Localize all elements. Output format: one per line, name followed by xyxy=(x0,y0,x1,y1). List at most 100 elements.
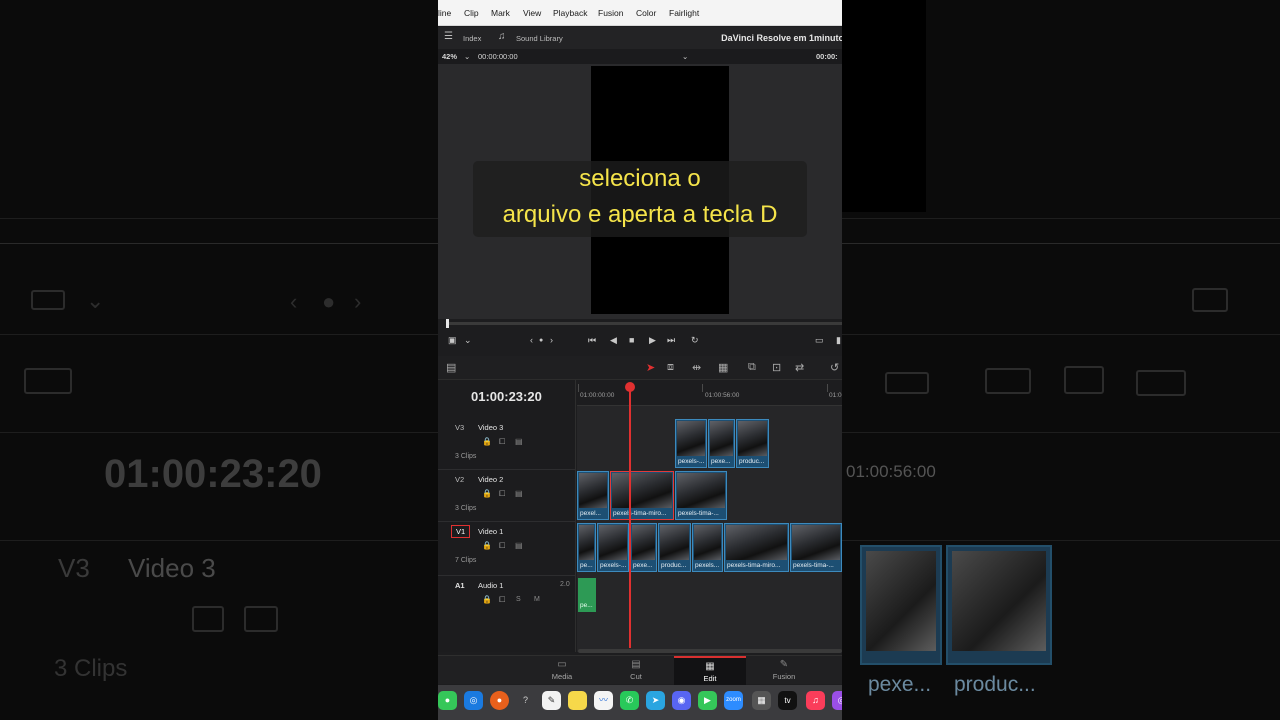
firefox-icon[interactable]: ● xyxy=(490,691,509,710)
track-visibility-icon[interactable]: ▤ xyxy=(515,489,523,498)
clip-v1[interactable]: pexels-tima-miro... xyxy=(724,523,789,572)
lock-icon[interactable]: 🔒 xyxy=(482,437,492,446)
selection-tool-icon[interactable]: ➤ xyxy=(646,361,655,374)
scrubber-handle[interactable] xyxy=(446,319,449,328)
index-button[interactable]: Index xyxy=(463,34,481,43)
sound-library-icon[interactable]: ♫ xyxy=(498,31,506,42)
textedit-icon[interactable]: ✎ xyxy=(542,691,561,710)
clip-v1[interactable]: pexels-... xyxy=(597,523,629,572)
clip-v2[interactable]: pexel... xyxy=(577,471,609,520)
stop-icon[interactable]: ■ xyxy=(629,335,634,345)
safari-icon[interactable]: ◎ xyxy=(464,691,483,710)
blade-tool-icon[interactable]: ▦ xyxy=(718,361,728,374)
timeline-tracks[interactable]: pexels-... pexe... produc... pexel... pe… xyxy=(577,406,842,652)
menu-fusion[interactable]: Fusion xyxy=(598,8,624,18)
menu-fairlight[interactable]: Fairlight xyxy=(669,8,699,18)
viewer[interactable]: seleciona o arquivo e aperta a tecla D xyxy=(438,64,842,319)
music-icon[interactable]: ♫ xyxy=(806,691,825,710)
zoom-chevron-icon[interactable]: ⌄ xyxy=(464,52,470,61)
loop-icon[interactable]: ↻ xyxy=(691,335,699,346)
page-fusion[interactable]: ✎ Fusion xyxy=(748,656,820,685)
clip-v1[interactable]: pexels... xyxy=(692,523,723,572)
menu-clip[interactable]: Clip xyxy=(464,8,479,18)
clip-v1[interactable]: pe... xyxy=(577,523,596,572)
menu-mark[interactable]: Mark xyxy=(491,8,510,18)
timeline-view-icon[interactable]: ▤ xyxy=(446,361,456,374)
freeform-icon[interactable]: 〰 xyxy=(594,691,613,710)
page-edit[interactable]: ▦ Edit xyxy=(674,656,746,685)
clip-v1[interactable]: pexe... xyxy=(630,523,657,572)
podcasts-icon[interactable]: ◎ xyxy=(832,691,842,710)
jog-right-icon[interactable]: › xyxy=(550,335,553,345)
overwrite-clip-icon[interactable]: ⊡ xyxy=(772,361,781,374)
help-icon[interactable]: ? xyxy=(516,691,535,710)
lock-icon[interactable]: 🔒 xyxy=(482,489,492,498)
jog-dot-icon[interactable]: ● xyxy=(539,337,543,344)
replace-clip-icon[interactable]: ⇄ xyxy=(795,361,804,374)
whatsapp-icon[interactable]: ✆ xyxy=(620,691,639,710)
page-media[interactable]: ▭ Media xyxy=(526,656,598,685)
viewer-mode-chevron-icon[interactable]: ⌄ xyxy=(464,335,472,346)
clip-v2[interactable]: pexels-tima-... xyxy=(675,471,727,520)
messages-icon[interactable]: ● xyxy=(438,691,457,710)
lock-icon[interactable]: 🔒 xyxy=(482,595,492,604)
menu-color[interactable]: Color xyxy=(636,8,656,18)
clip-v3[interactable]: pexels-... xyxy=(675,419,707,468)
track-header-a1[interactable]: A1 Audio 1 2.0 🔒 ⧠ S M xyxy=(438,576,576,616)
clip-a1[interactable]: pe... xyxy=(578,578,596,612)
auto-select-icon[interactable]: ⧠ xyxy=(499,595,505,605)
zoom-level[interactable]: 42% xyxy=(442,52,457,61)
fullscreen-icon[interactable]: ▭ xyxy=(815,335,824,346)
more-icon[interactable]: ▮ xyxy=(836,335,841,346)
index-icon[interactable]: ☰ xyxy=(444,31,453,42)
track-name[interactable]: Audio 1 xyxy=(478,581,503,590)
dynamic-trim-icon[interactable]: ⇹ xyxy=(692,361,701,374)
clip-v1[interactable]: produc... xyxy=(658,523,691,572)
sound-library-button[interactable]: Sound Library xyxy=(516,34,563,43)
clip-v1[interactable]: pexels-tima-... xyxy=(790,523,842,572)
play-reverse-icon[interactable]: ◀ xyxy=(610,335,617,346)
track-name[interactable]: Video 3 xyxy=(478,423,503,432)
menu-view[interactable]: View xyxy=(523,8,541,18)
track-visibility-icon[interactable]: ▤ xyxy=(515,541,523,550)
apple-tv-icon[interactable]: tv xyxy=(778,691,797,710)
auto-select-icon[interactable]: ⧠ xyxy=(499,437,505,447)
track-header-v1[interactable]: V1 Video 1 🔒 ⧠ ▤ 7 Clips xyxy=(438,522,576,576)
mute-button[interactable]: M xyxy=(534,596,540,603)
track-header-v2[interactable]: V2 Video 2 🔒 ⧠ ▤ 3 Clips xyxy=(438,470,576,522)
auto-select-icon[interactable]: ⧠ xyxy=(499,489,505,499)
clip-v3[interactable]: pexe... xyxy=(708,419,735,468)
facetime-icon[interactable]: ▶ xyxy=(698,691,717,710)
viewer-mode-icon[interactable]: ▣ xyxy=(448,335,457,346)
zoom-icon[interactable]: zoom xyxy=(724,691,743,710)
insert-clip-icon[interactable]: ⧉ xyxy=(748,361,756,374)
menu-timeline[interactable]: line xyxy=(438,8,451,18)
clip-v3[interactable]: produc... xyxy=(736,419,769,468)
page-cut[interactable]: ▤ Cut xyxy=(600,656,672,685)
solo-button[interactable]: S xyxy=(516,596,521,603)
viewer-dropdown-icon[interactable]: ⌄ xyxy=(682,52,688,61)
timeline-scrollbar[interactable] xyxy=(578,649,842,653)
play-icon[interactable]: ▶ xyxy=(649,335,656,346)
timeline-ruler[interactable]: 01:00:00:00 01:00:56:00 01:0 xyxy=(577,382,842,406)
playhead[interactable] xyxy=(629,383,631,648)
notes-icon[interactable] xyxy=(568,691,587,710)
trim-tool-icon[interactable]: ⧈ xyxy=(667,361,674,374)
auto-select-icon[interactable]: ⧠ xyxy=(499,541,505,551)
discord-icon[interactable]: ◉ xyxy=(672,691,691,710)
track-visibility-icon[interactable]: ▤ xyxy=(515,437,523,446)
go-to-end-icon[interactable]: ⏭ xyxy=(667,335,675,346)
jog-left-icon[interactable]: ‹ xyxy=(530,335,533,345)
telegram-icon[interactable]: ➤ xyxy=(646,691,665,710)
clip-v2-selected[interactable]: pexels-tima-miro... xyxy=(610,471,674,520)
track-header-v3[interactable]: V3 Video 3 🔒 ⧠ ▤ 3 Clips xyxy=(438,418,576,470)
track-name[interactable]: Video 2 xyxy=(478,475,503,484)
calculator-icon[interactable]: ▦ xyxy=(752,691,771,710)
timeline-timecode[interactable]: 01:00:23:20 xyxy=(471,389,542,404)
lock-icon[interactable]: 🔒 xyxy=(482,541,492,550)
go-to-start-icon[interactable]: ⏮ xyxy=(588,335,596,346)
link-icon[interactable]: ↺ xyxy=(830,361,839,374)
menu-playback[interactable]: Playback xyxy=(553,8,588,18)
viewer-scrubber[interactable] xyxy=(446,322,842,325)
track-name[interactable]: Video 1 xyxy=(478,527,503,536)
